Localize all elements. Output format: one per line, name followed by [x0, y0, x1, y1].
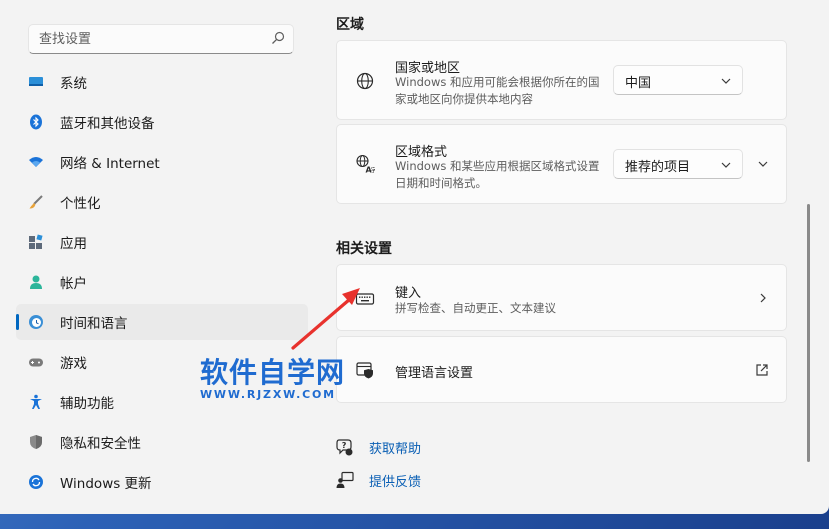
nav-list: 系统 蓝牙和其他设备 网络 & Internet 个性化 应用 帐户 时间和语言…: [16, 64, 308, 504]
sidebar-item-label: 网络 & Internet: [60, 156, 160, 172]
watermark-url: WWW.RJZXW.COM: [200, 388, 336, 401]
sidebar-item-label: 辅助功能: [60, 396, 114, 412]
watermark-text: 软件自学网: [200, 356, 346, 389]
country-dropdown-value: 中国: [625, 76, 652, 91]
section-title-related: 相关设置: [336, 241, 392, 257]
language-format-icon: A 字: [356, 154, 376, 175]
sidebar-item-label: 应用: [60, 236, 87, 252]
monitor-icon: [29, 77, 43, 86]
chevron-down-icon: [721, 78, 731, 84]
manage-language-title: 管理语言设置: [395, 366, 474, 381]
search-input[interactable]: [39, 30, 259, 48]
feedback-icon: [336, 471, 354, 488]
country-dropdown[interactable]: 中国: [613, 65, 743, 95]
regional-format-card[interactable]: A 字 区域格式 Windows 和某些应用根据区域格式设置日期和时间格式。 推…: [336, 124, 787, 204]
bluetooth-icon: [30, 114, 42, 130]
brush-icon: [29, 195, 43, 209]
sidebar-item-windows-update[interactable]: Windows 更新: [16, 464, 308, 500]
clock-globe-icon: [29, 315, 43, 329]
country-region-desc: Windows 和应用可能会根据你所在的国家或地区向你提供本地内容: [395, 75, 600, 106]
sidebar-item-accounts[interactable]: 帐户: [16, 264, 308, 300]
sidebar-item-system[interactable]: 系统: [16, 64, 308, 100]
sidebar-item-label: 蓝牙和其他设备: [60, 116, 155, 132]
settings-window: 系统 蓝牙和其他设备 网络 & Internet: [0, 0, 829, 514]
scrollbar[interactable]: [807, 204, 810, 462]
regional-format-dropdown-value: 推荐的项目: [625, 160, 691, 175]
sidebar-item-label: 游戏: [60, 356, 87, 372]
section-title-region: 区域: [336, 17, 364, 33]
sidebar-item-label: 隐私和安全性: [60, 436, 141, 452]
sidebar-item-network[interactable]: 网络 & Internet: [16, 144, 308, 180]
chevron-down-icon: [721, 162, 731, 168]
sidebar-item-time-language[interactable]: 时间和语言: [16, 304, 308, 340]
typing-card[interactable]: 键入 拼写检查、自动更正、文本建议: [336, 264, 787, 331]
expand-chevron-icon[interactable]: [757, 158, 769, 170]
update-icon: [29, 475, 43, 489]
sidebar-item-label: 帐户: [60, 276, 87, 292]
get-help-text[interactable]: 获取帮助: [369, 438, 421, 457]
sidebar-item-label: 时间和语言: [60, 316, 128, 332]
accessibility-icon: [30, 394, 42, 409]
search-icon[interactable]: [271, 31, 285, 45]
sidebar-item-apps[interactable]: 应用: [16, 224, 308, 260]
external-link-icon: [756, 364, 768, 376]
regional-format-dropdown[interactable]: 推荐的项目: [613, 149, 743, 179]
sidebar-item-bluetooth[interactable]: 蓝牙和其他设备: [16, 104, 308, 140]
country-region-card: 国家或地区 Windows 和应用可能会根据你所在的国家或地区向你提供本地内容 …: [336, 40, 787, 120]
content-pane: 区域 国家或地区 Windows 和应用可能会根据你所在的国家或地区向你提供本地…: [316, 0, 829, 514]
wifi-icon: [29, 157, 43, 167]
search-box[interactable]: [28, 24, 294, 54]
feedback-text[interactable]: 提供反馈: [369, 471, 421, 490]
shield-icon: [30, 435, 42, 449]
apps-icon: [29, 234, 43, 249]
typing-desc: 拼写检查、自动更正、文本建议: [395, 301, 556, 315]
keyboard-icon: [355, 293, 375, 305]
svg-text:?: ?: [342, 441, 347, 450]
chevron-right-icon: [760, 293, 766, 303]
svg-text:字: 字: [371, 167, 376, 175]
sidebar-item-label: 系统: [60, 76, 87, 92]
sidebar-item-label: 个性化: [60, 196, 101, 212]
gamepad-icon: [29, 358, 43, 367]
sidebar-item-privacy[interactable]: 隐私和安全性: [16, 424, 308, 460]
shield-window-icon: [356, 362, 373, 379]
regional-format-desc: Windows 和某些应用根据区域格式设置日期和时间格式。: [395, 159, 600, 190]
sidebar-item-personalization[interactable]: 个性化: [16, 184, 308, 220]
globe-icon: [356, 72, 374, 90]
typing-title: 键入: [395, 286, 422, 301]
person-icon: [30, 275, 42, 289]
watermark: 软件自学网 WWW.RJZXW.COM: [200, 356, 346, 402]
manage-language-card[interactable]: 管理语言设置: [336, 336, 787, 403]
sidebar-item-label: Windows 更新: [60, 476, 152, 492]
help-icon: ?: [336, 439, 353, 456]
sidebar: 系统 蓝牙和其他设备 网络 & Internet: [0, 0, 316, 514]
